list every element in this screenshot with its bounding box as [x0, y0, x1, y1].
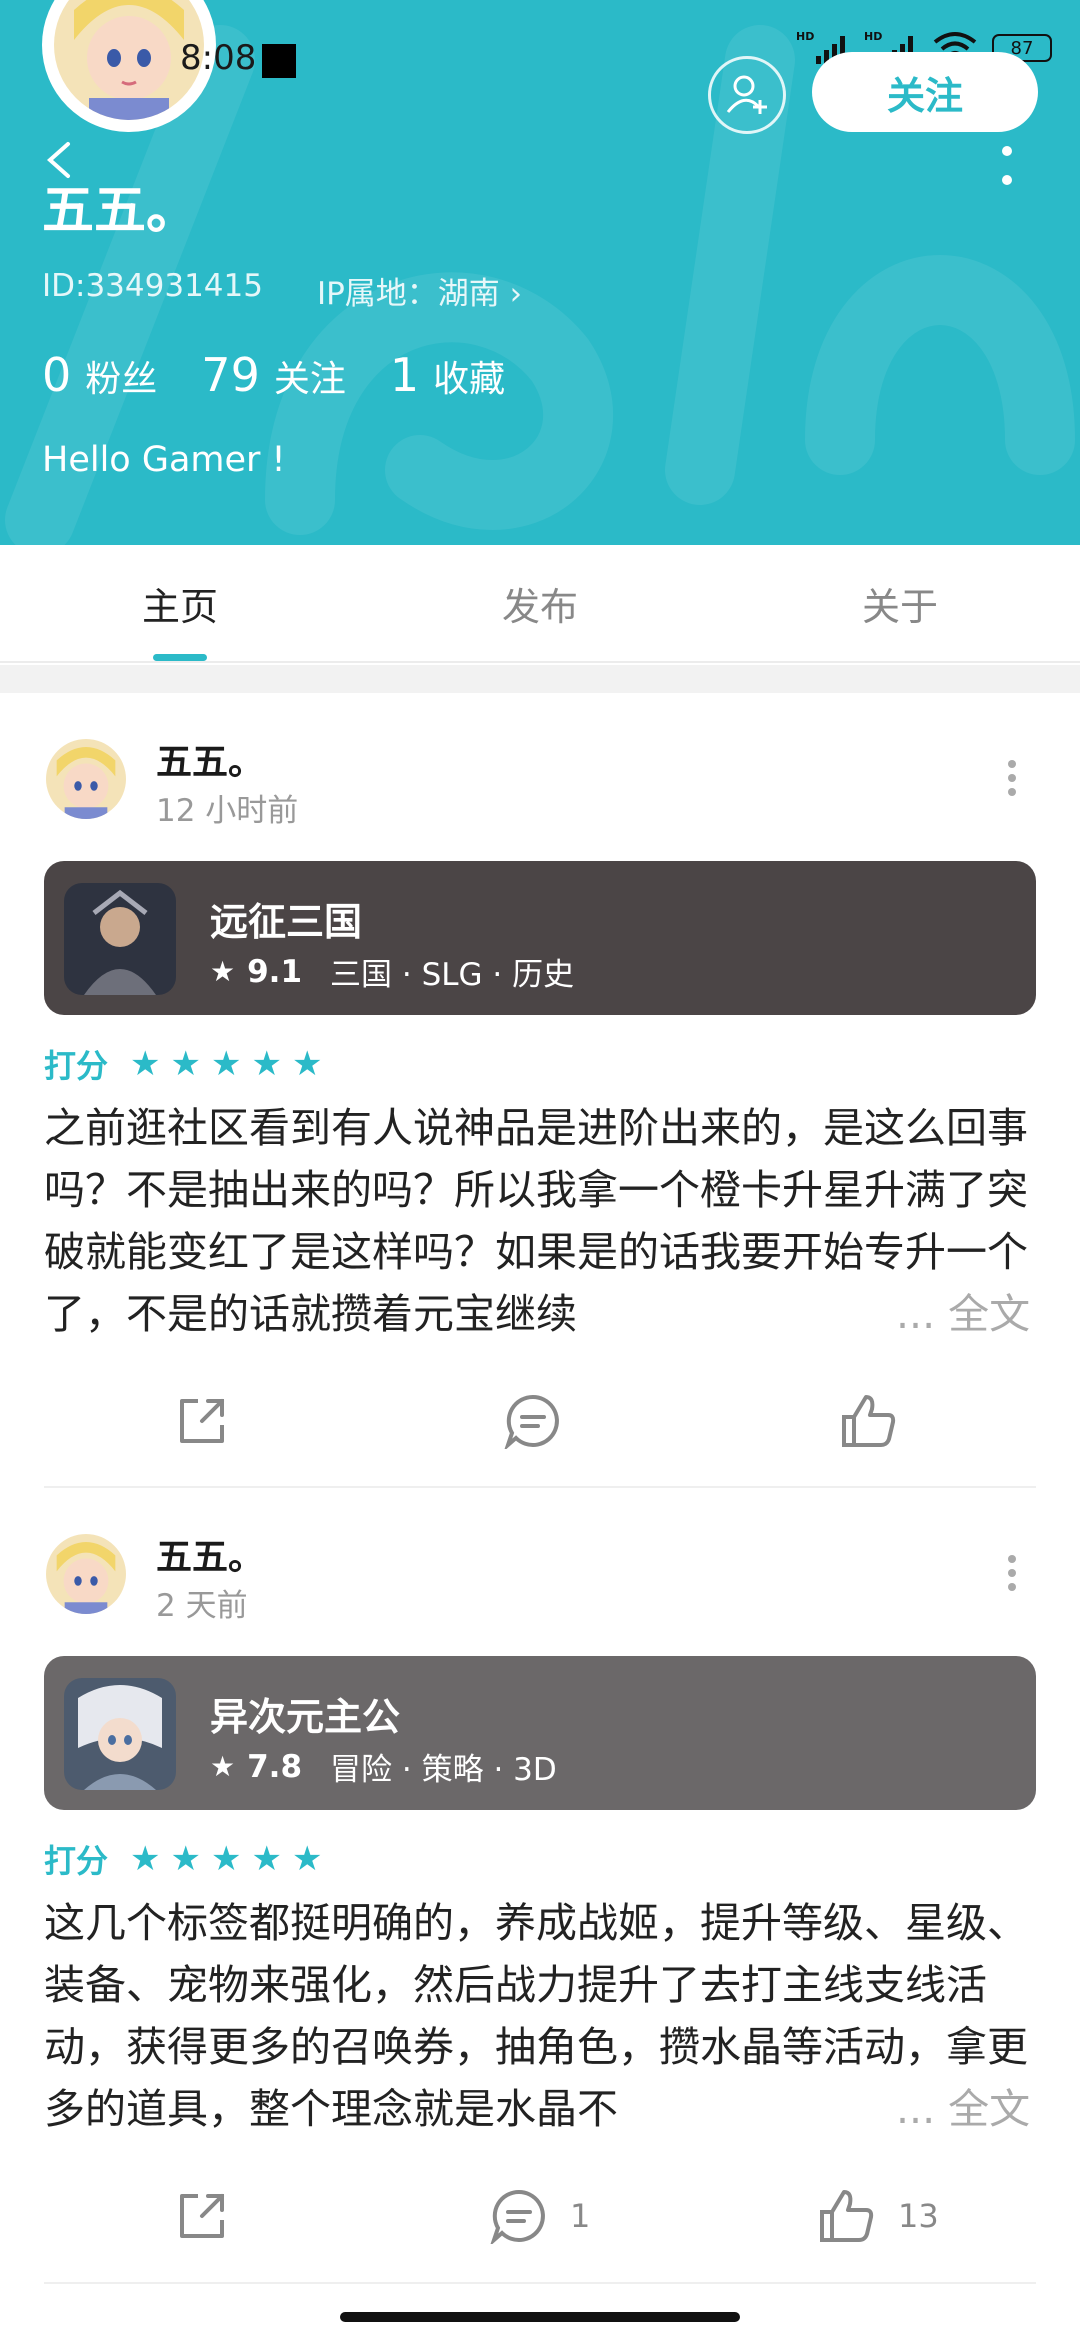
game-name: 远征三国 — [210, 900, 363, 944]
add-friend-button[interactable] — [708, 56, 786, 134]
profile-name: 五五。 — [42, 181, 199, 241]
post-actions — [0, 1393, 1080, 1483]
post-more-icon[interactable] — [1006, 759, 1018, 797]
post-content[interactable]: 之前逛社区看到有人说神品是进阶出来的，是这么回事吗？不是抽出来的吗？所以我拿一个… — [44, 1097, 1034, 1345]
post-author-name: 五五。 — [156, 742, 265, 783]
star-icon: ★ — [251, 1839, 282, 1879]
star-icon: ★ — [210, 955, 236, 988]
star-icon: ★ — [210, 1839, 242, 1879]
favorites-stat[interactable]: 1 收藏 — [390, 348, 505, 402]
game-tags: 三国 · SLG · 历史 — [330, 957, 575, 993]
share-button[interactable] — [174, 2188, 230, 2244]
star-icon: ★ — [291, 1839, 323, 1879]
game-meta: ★ 9.1 三国 · SLG · 历史 — [210, 949, 574, 994]
thumbs-up-icon — [820, 2190, 874, 2242]
profile-id-line: ID:334931415 IP属地：湖南 › — [42, 268, 522, 313]
share-icon — [180, 1399, 224, 1443]
ip-location[interactable]: IP属地：湖南 › — [317, 268, 522, 313]
follow-button[interactable]: 关注 — [812, 52, 1038, 132]
game-meta: ★ 7.8 冒险 · 策略 · 3D — [210, 1744, 557, 1789]
post-author-avatar[interactable] — [46, 739, 126, 819]
read-more-link[interactable]: ... 全文 — [888, 2078, 1031, 2140]
profile-stats: 0 粉丝 79 关注 1 收藏 — [42, 348, 505, 402]
user-id: ID:334931415 — [42, 268, 263, 304]
game-icon — [64, 1678, 176, 1790]
star-icon: ★ — [170, 1839, 201, 1879]
chevron-right-icon: › — [509, 276, 523, 312]
tab-home[interactable]: 主页 — [0, 545, 360, 661]
post-more-icon[interactable] — [1006, 1554, 1018, 1592]
like-button[interactable]: 13 — [818, 2188, 939, 2244]
comment-button[interactable] — [504, 1393, 562, 1449]
tab-posts[interactable]: 发布 — [360, 545, 720, 661]
star-icon: ★ — [130, 1839, 161, 1879]
favorites-count: 1 — [389, 348, 420, 402]
followers-stat[interactable]: 0 粉丝 — [42, 348, 157, 402]
following-count: 79 — [201, 348, 260, 402]
game-card[interactable]: 异次元主公 ★ 7.8 冒险 · 策略 · 3D — [44, 1656, 1036, 1810]
add-user-icon — [726, 75, 767, 114]
post-author-avatar[interactable] — [46, 1534, 126, 1614]
comment-icon — [504, 1394, 559, 1449]
share-icon — [180, 2194, 224, 2238]
following-stat[interactable]: 79 关注 — [201, 348, 346, 402]
star-icon: ★ — [210, 1750, 236, 1783]
post-content[interactable]: 这几个标签都挺明确的，养成战姬，提升等级、星级、装备、宠物来强化，然后战力提升了… — [44, 1892, 1034, 2140]
star-icon: ★ — [130, 1044, 161, 1084]
post-actions: 1 13 — [0, 2188, 1080, 2278]
rating-label: 打分 — [44, 1047, 109, 1085]
followers-label: 粉丝 — [85, 359, 158, 400]
game-score: 7.8 — [247, 1748, 303, 1785]
svg-text:HD: HD — [864, 30, 882, 43]
svg-text:HD: HD — [796, 30, 814, 43]
ip-location-text: IP属地：湖南 — [316, 276, 500, 312]
like-button[interactable] — [840, 1393, 898, 1449]
more-vertical-icon[interactable] — [1000, 144, 1014, 188]
share-button[interactable] — [174, 1393, 230, 1449]
comment-icon — [490, 2189, 545, 2244]
star-icon: ★ — [291, 1044, 323, 1084]
comment-count: 1 — [570, 2197, 591, 2235]
rating-row: 打分 ★ ★ ★ ★ ★ — [44, 1041, 322, 1087]
star-icon: ★ — [170, 1044, 201, 1084]
read-more-link[interactable]: ... 全文 — [888, 1283, 1031, 1345]
game-icon — [64, 883, 176, 995]
thumbs-up-icon — [842, 1395, 896, 1447]
post-divider — [44, 2282, 1036, 2284]
rating-label: 打分 — [44, 1842, 109, 1880]
profile-bio: Hello Gamer ! — [42, 440, 286, 480]
game-card[interactable]: 远征三国 ★ 9.1 三国 · SLG · 历史 — [44, 861, 1036, 1015]
comment-button[interactable]: 1 — [490, 2188, 590, 2244]
game-tags: 冒险 · 策略 · 3D — [330, 1752, 557, 1788]
rating-row: 打分 ★ ★ ★ ★ ★ — [44, 1836, 322, 1882]
post-time: 2 天前 — [156, 1588, 248, 1624]
like-count: 13 — [898, 2197, 939, 2235]
recording-indicator — [262, 44, 296, 78]
game-score: 9.1 — [247, 953, 303, 990]
followers-count: 0 — [42, 348, 72, 402]
tab-about[interactable]: 关于 — [720, 545, 1080, 661]
home-indicator[interactable] — [340, 2312, 740, 2322]
star-icon: ★ — [251, 1044, 282, 1084]
star-icon: ★ — [210, 1044, 242, 1084]
game-name: 异次元主公 — [210, 1695, 401, 1739]
post-text: 之前逛社区看到有人说神品是进阶出来的，是这么回事吗？不是抽出来的吗？所以我拿一个… — [44, 1104, 1028, 1338]
section-separator — [0, 665, 1080, 693]
post-text: 这几个标签都挺明确的，养成战姬，提升等级、星级、装备、宠物来强化，然后战力提升了… — [44, 1899, 1028, 2133]
profile-header: 8:08 HD HD 87 关注 五五。 ID:334931415 IP属地：湖… — [0, 0, 1080, 545]
favorites-label: 收藏 — [433, 359, 506, 400]
profile-tabs: 主页 发布 关于 — [0, 545, 1080, 663]
status-time: 8:08 — [180, 38, 257, 78]
following-label: 关注 — [273, 359, 346, 400]
post-divider — [44, 1486, 1036, 1488]
post-author-name: 五五。 — [156, 1537, 265, 1578]
post-time: 12 小时前 — [156, 793, 299, 829]
